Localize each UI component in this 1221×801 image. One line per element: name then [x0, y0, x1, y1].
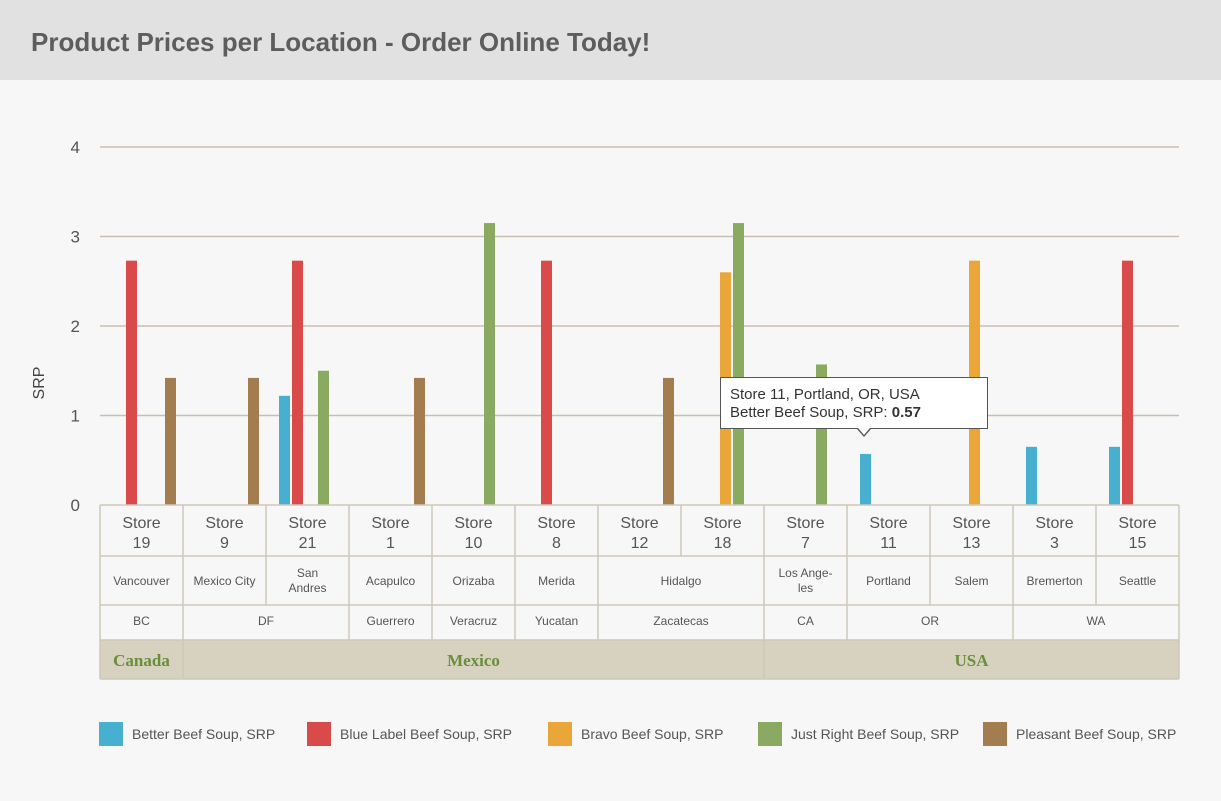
store-number: 10	[465, 535, 483, 552]
city-label: Hidalgo	[661, 574, 702, 588]
y-tick-label: 2	[71, 317, 80, 336]
country-label: Canada	[113, 651, 170, 670]
y-tick-label: 1	[71, 407, 80, 426]
tooltip-value-line: Better Beef Soup, SRP: 0.57	[730, 404, 987, 422]
legend-swatch	[307, 722, 331, 746]
legend-swatch	[983, 722, 1007, 746]
y-tick-label: 4	[71, 138, 80, 157]
store-number: 12	[631, 535, 649, 552]
bar-chart: 01234SRPStore19Store9Store21Store1Store1…	[31, 138, 1180, 680]
city-label: San	[297, 566, 318, 580]
y-tick-label: 3	[71, 228, 80, 247]
store-number: 9	[220, 535, 229, 552]
bar	[1109, 446, 1120, 505]
store-label: Store	[1118, 515, 1156, 532]
store-label: Store	[1035, 515, 1073, 532]
store-number: 18	[714, 535, 732, 552]
bar	[541, 260, 552, 505]
city-label: Los Ange-	[778, 566, 832, 580]
store-number: 3	[1050, 535, 1059, 552]
tooltip-title: Store 11, Portland, OR, USA	[730, 386, 920, 403]
bar	[484, 223, 495, 505]
store-label: Store	[122, 515, 160, 532]
bar	[292, 260, 303, 505]
store-label: Store	[703, 515, 741, 532]
state-label: BC	[133, 614, 150, 628]
store-number: 8	[552, 535, 561, 552]
state-label: CA	[797, 614, 814, 628]
city-label: Salem	[954, 574, 988, 588]
y-axis-label: SRP	[31, 367, 48, 400]
bar	[860, 453, 871, 505]
state-label: Zacatecas	[653, 614, 708, 628]
legend-swatch	[758, 722, 782, 746]
state-label: Veracruz	[450, 614, 497, 628]
city-label: Vancouver	[113, 574, 169, 588]
y-tick-label: 0	[71, 496, 80, 515]
store-label: Store	[288, 515, 326, 532]
store-label: Store	[205, 515, 243, 532]
state-label: DF	[258, 614, 274, 628]
city-label: Acapulco	[366, 574, 416, 588]
bar	[414, 377, 425, 505]
store-label: Store	[786, 515, 824, 532]
chart-tooltip: Store 11, Portland, OR, USA Better Beef …	[720, 377, 988, 437]
bar	[1026, 446, 1037, 505]
store-label: Store	[537, 515, 575, 532]
city-label: Portland	[866, 574, 911, 588]
country-label: USA	[954, 651, 989, 670]
bar	[663, 377, 674, 505]
store-number: 7	[801, 535, 810, 552]
state-label: WA	[1087, 614, 1106, 628]
city-label: Orizaba	[452, 574, 494, 588]
bar	[1122, 260, 1133, 505]
chart-legend: Better Beef Soup, SRP Blue Label Beef Sou…	[99, 722, 1189, 746]
city-label: les	[798, 581, 813, 595]
state-label: OR	[921, 614, 939, 628]
store-number: 19	[133, 535, 151, 552]
legend-label: Bravo Beef Soup, SRP	[581, 726, 724, 742]
bar	[318, 370, 329, 505]
store-number: 15	[1129, 535, 1147, 552]
store-number: 11	[880, 535, 897, 552]
city-label: Seattle	[1119, 574, 1157, 588]
country-label: Mexico	[447, 651, 500, 670]
tooltip-series-label: Better Beef Soup, SRP:	[730, 404, 892, 421]
tooltip-value: 0.57	[891, 404, 921, 421]
store-number: 21	[299, 535, 317, 552]
store-label: Store	[952, 515, 990, 532]
country-row-background	[100, 640, 1179, 679]
store-number: 13	[963, 535, 981, 552]
store-label: Store	[869, 515, 907, 532]
legend-label: Just Right Beef Soup, SRP	[791, 726, 960, 742]
tooltip-pointer	[857, 428, 871, 437]
city-label: Mexico City	[193, 574, 255, 588]
store-label: Store	[454, 515, 492, 532]
store-number: 1	[386, 535, 395, 552]
store-label: Store	[620, 515, 658, 532]
bar	[165, 377, 176, 505]
bar	[248, 377, 259, 505]
bar	[279, 395, 290, 505]
legend-label: Pleasant Beef Soup, SRP	[1016, 726, 1177, 742]
state-label: Yucatan	[535, 614, 578, 628]
city-label: Bremerton	[1026, 574, 1082, 588]
state-label: Guerrero	[366, 614, 414, 628]
bar	[126, 260, 137, 505]
legend-swatch	[99, 722, 123, 746]
city-label: Merida	[538, 574, 575, 588]
city-label: Andres	[288, 581, 326, 595]
store-label: Store	[371, 515, 409, 532]
legend-label: Blue Label Beef Soup, SRP	[340, 726, 513, 742]
bar	[733, 223, 744, 505]
legend-label: Better Beef Soup, SRP	[132, 726, 276, 742]
legend-swatch	[548, 722, 572, 746]
